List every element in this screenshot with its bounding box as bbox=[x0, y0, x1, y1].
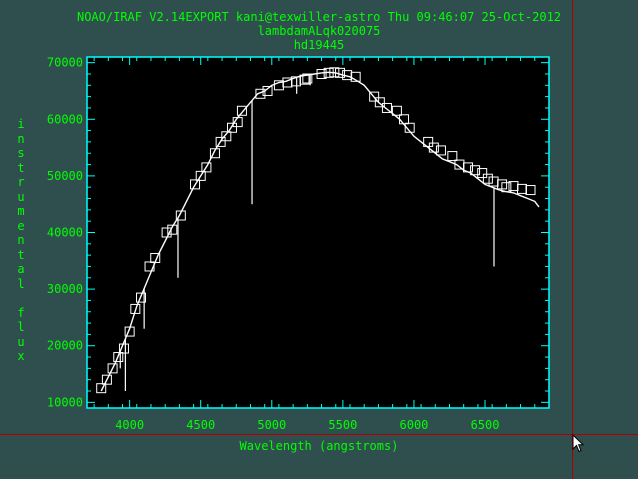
irafterm-window: NOAO/IRAF V2.14EXPORT kani@texwiller-ast… bbox=[0, 0, 638, 479]
y-axis-label-char: e bbox=[17, 218, 25, 233]
y-tick-label: 70000 bbox=[47, 56, 83, 70]
spectrum-plot[interactable]: 4000 4500 5000 5500 6000 6500 10000 20000 30000… bbox=[0, 0, 638, 479]
y-axis-label-char: l bbox=[17, 276, 25, 291]
arrow-pointer-icon bbox=[572, 434, 585, 453]
x-tick-label: 5500 bbox=[328, 418, 357, 432]
crosshair-vertical-line bbox=[572, 0, 573, 479]
y-tick-label: 10000 bbox=[47, 395, 83, 409]
y-axis-label-char: i bbox=[17, 117, 25, 131]
y-tick-label: 60000 bbox=[47, 112, 83, 126]
y-axis-label-char: x bbox=[17, 349, 25, 363]
x-tick-label: 4000 bbox=[115, 418, 144, 432]
y-axis-label-char: a bbox=[17, 262, 25, 276]
x-axis-label: Wavelength (angstroms) bbox=[239, 439, 399, 453]
y-tick-label: 40000 bbox=[47, 226, 83, 240]
y-axis-label-char: m bbox=[17, 204, 25, 218]
y-axis-label-char: t bbox=[17, 247, 25, 262]
y-tick-label: 50000 bbox=[47, 169, 83, 183]
y-axis-label-char: s bbox=[17, 146, 25, 160]
y-tick-label: 30000 bbox=[47, 282, 83, 296]
y-axis-label-char: t bbox=[17, 160, 25, 175]
x-tick-label: 6000 bbox=[400, 418, 429, 432]
y-tick-label: 20000 bbox=[47, 339, 83, 353]
x-tick-label: 4500 bbox=[186, 418, 215, 432]
y-axis-label-char: f bbox=[17, 305, 25, 320]
crosshair-horizontal-line bbox=[0, 434, 638, 435]
y-axis-label-char: u bbox=[17, 334, 25, 349]
y-axis-label-char: n bbox=[17, 233, 25, 247]
x-tick-label: 6500 bbox=[471, 418, 500, 432]
y-axis-label-char: l bbox=[17, 320, 25, 334]
y-axis-label-char: r bbox=[17, 175, 25, 189]
plot-frame bbox=[86, 56, 550, 409]
y-axis-label-char: n bbox=[17, 131, 25, 146]
x-tick-label: 5000 bbox=[257, 418, 286, 432]
y-axis-label-char: u bbox=[17, 189, 25, 204]
